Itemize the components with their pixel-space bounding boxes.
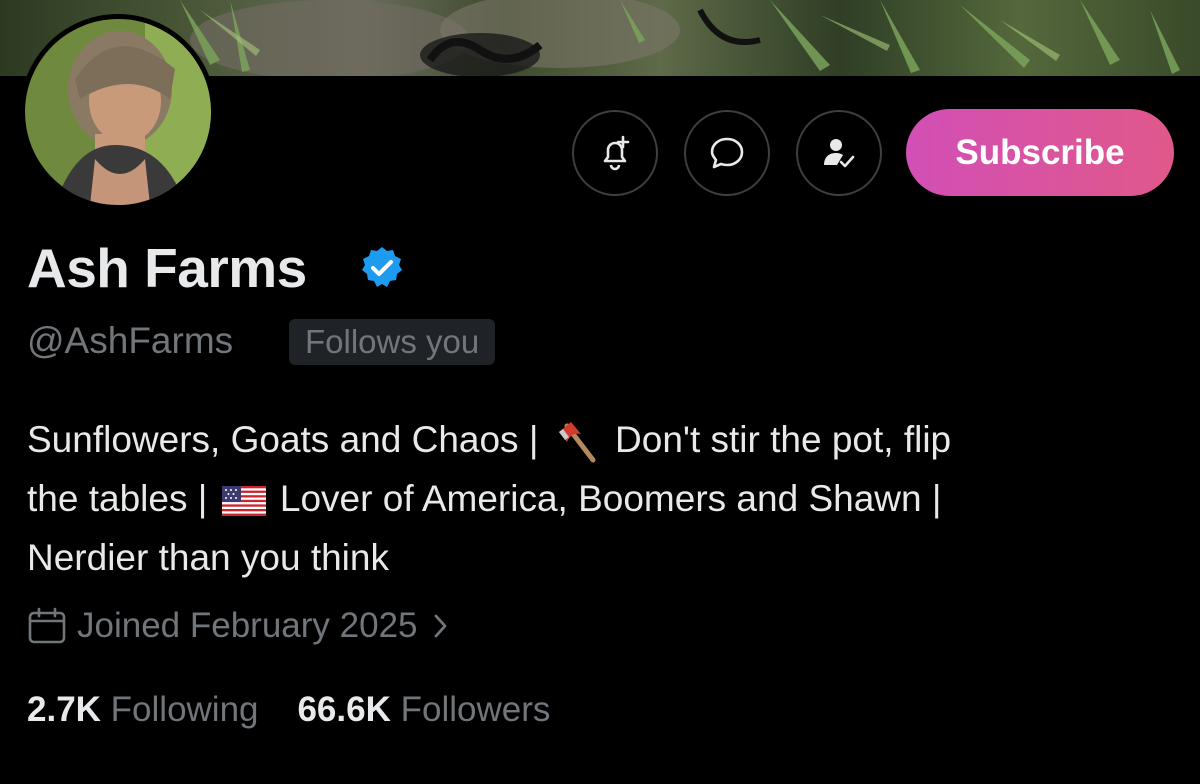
following-status-button[interactable] bbox=[796, 110, 882, 196]
person-check-icon bbox=[824, 139, 855, 168]
follow-stats: 2.7K Following 66.6K Followers bbox=[27, 690, 550, 730]
joined-label: Joined February 2025 bbox=[77, 606, 418, 645]
bio-line-3: Nerdier than you think bbox=[27, 537, 389, 578]
bio-text: the tables | bbox=[27, 478, 208, 519]
follows-you-badge: Follows you bbox=[289, 319, 496, 365]
notification-bell-plus-icon bbox=[603, 135, 630, 171]
followers-label: Followers bbox=[400, 690, 551, 729]
axe-emoji-icon bbox=[558, 422, 596, 463]
bio-text: Don't stir the pot, flip bbox=[615, 419, 952, 460]
following-link[interactable]: 2.7K Following bbox=[27, 690, 268, 729]
followers-link[interactable]: 66.6K Followers bbox=[297, 690, 550, 729]
bio-line-2: the tables | Lover of America, Boomers a… bbox=[27, 469, 1177, 528]
joined-date[interactable]: Joined February 2025 bbox=[27, 606, 450, 646]
profile-handle: @AshFarms bbox=[27, 320, 234, 361]
following-count: 2.7K bbox=[27, 690, 101, 729]
us-flag-emoji-icon bbox=[221, 486, 266, 517]
chevron-right-icon bbox=[434, 614, 446, 638]
avatar[interactable] bbox=[20, 14, 216, 210]
avatar-photo bbox=[25, 19, 211, 205]
profile-bio: Sunflowers, Goats and Chaos | Don't stir… bbox=[27, 410, 1177, 587]
calendar-icon bbox=[28, 607, 66, 644]
message-button[interactable] bbox=[684, 110, 770, 196]
subscribe-button[interactable]: Subscribe bbox=[906, 109, 1174, 196]
verified-badge-icon[interactable] bbox=[358, 244, 406, 292]
bio-text: Lover of America, Boomers and Shawn | bbox=[279, 478, 942, 519]
followers-count: 66.6K bbox=[297, 690, 391, 729]
notification-bell-plus-button[interactable] bbox=[572, 110, 658, 196]
following-label: Following bbox=[110, 690, 259, 729]
bio-text: Sunflowers, Goats and Chaos | bbox=[27, 419, 539, 460]
profile-name: Ash Farms bbox=[27, 237, 307, 299]
bio-line-1: Sunflowers, Goats and Chaos | Don't stir… bbox=[27, 410, 1177, 469]
message-bubble-icon bbox=[710, 137, 744, 169]
